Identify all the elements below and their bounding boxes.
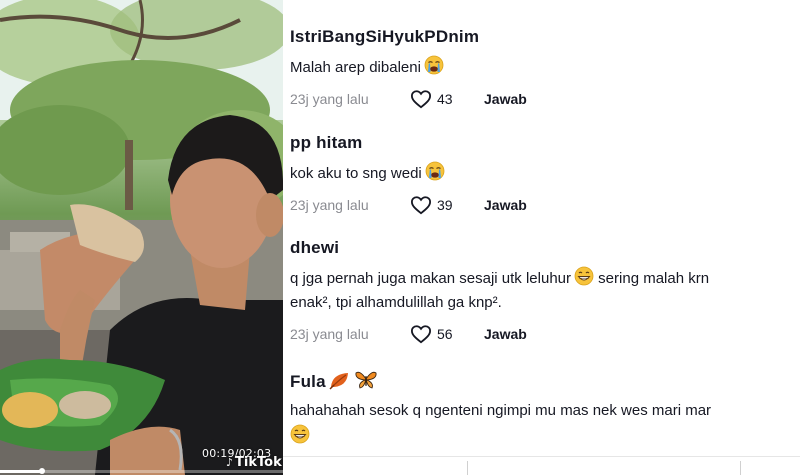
crying-face-icon: [424, 55, 444, 75]
comment-text-content: kok aku to sng wedi: [290, 165, 422, 182]
comment-username[interactable]: pp hitam: [290, 133, 800, 153]
like-count: 56: [437, 326, 453, 342]
comment-time: 23j yang lalu: [290, 91, 369, 107]
video-progress-fill: [0, 470, 43, 473]
tiktok-logo-icon: ♪: [226, 456, 234, 469]
comment-text: q jga pernah juga makan sesaji utk leluh…: [290, 266, 800, 290]
divider: [740, 461, 741, 475]
comment-meta: 23j yang lalu 43 Jawab: [290, 89, 800, 111]
comment-meta: 23j yang lalu 56 Jawab: [290, 324, 800, 346]
bottom-action-bar: [283, 456, 800, 475]
comment-item: dhewi q jga pernah juga makan sesaji utk…: [290, 238, 800, 346]
comment-text: Malah arep dibaleni: [290, 55, 800, 79]
comment-text-line2: [290, 424, 800, 448]
comment-text: kok aku to sng wedi: [290, 161, 800, 185]
reply-button[interactable]: Jawab: [484, 326, 527, 342]
crying-face-icon: [425, 161, 445, 181]
comment-meta: 23j yang lalu 39 Jawab: [290, 195, 800, 217]
comment-item: pp hitam kok aku to sng wedi 23j yang la…: [290, 133, 800, 217]
reply-button[interactable]: Jawab: [484, 197, 527, 213]
like-count: 39: [437, 197, 453, 213]
comment-item: IstriBangSiHyukPDnim Malah arep dibaleni…: [290, 27, 800, 111]
video-player[interactable]: 00:19/02:03 ♪ TikTok: [0, 0, 283, 475]
like-heart-icon[interactable]: [410, 324, 432, 344]
comment-username[interactable]: IstriBangSiHyukPDnim: [290, 27, 800, 47]
reply-button[interactable]: Jawab: [484, 91, 527, 107]
like-heart-icon[interactable]: [410, 89, 432, 109]
comments-panel: IstriBangSiHyukPDnim Malah arep dibaleni…: [283, 0, 800, 475]
leaf-icon: [329, 373, 348, 390]
tiktok-watermark: ♪ TikTok: [226, 455, 282, 470]
comment-username-label: Fula: [290, 372, 326, 391]
comment-username[interactable]: Fula: [290, 370, 800, 392]
butterfly-icon: [355, 371, 377, 389]
comment-text-content: sering malah krn: [594, 270, 710, 287]
comment-time: 23j yang lalu: [290, 326, 369, 342]
comment-text: hahahahah sesok q ngenteni ngimpi mu mas…: [290, 402, 712, 419]
comment-text-content: Malah arep dibaleni: [290, 59, 421, 76]
video-progress-bar[interactable]: [0, 468, 283, 474]
like-heart-icon[interactable]: [410, 195, 432, 215]
like-count: 43: [437, 91, 453, 107]
divider: [467, 461, 468, 475]
grinning-face-icon: [290, 424, 310, 444]
comment-username[interactable]: dhewi: [290, 238, 800, 258]
grinning-face-icon: [574, 266, 594, 286]
comment-item: Fula hahahahah sesok q ngenteni ngimpi m…: [290, 370, 800, 448]
comment-text-line2: enak², tpi alhamdulillah ga knp².: [290, 294, 502, 311]
comment-time: 23j yang lalu: [290, 197, 369, 213]
video-frame: [0, 0, 283, 475]
comment-text-content: q jga pernah juga makan sesaji utk leluh…: [290, 270, 572, 287]
tiktok-watermark-label: TikTok: [235, 455, 282, 470]
